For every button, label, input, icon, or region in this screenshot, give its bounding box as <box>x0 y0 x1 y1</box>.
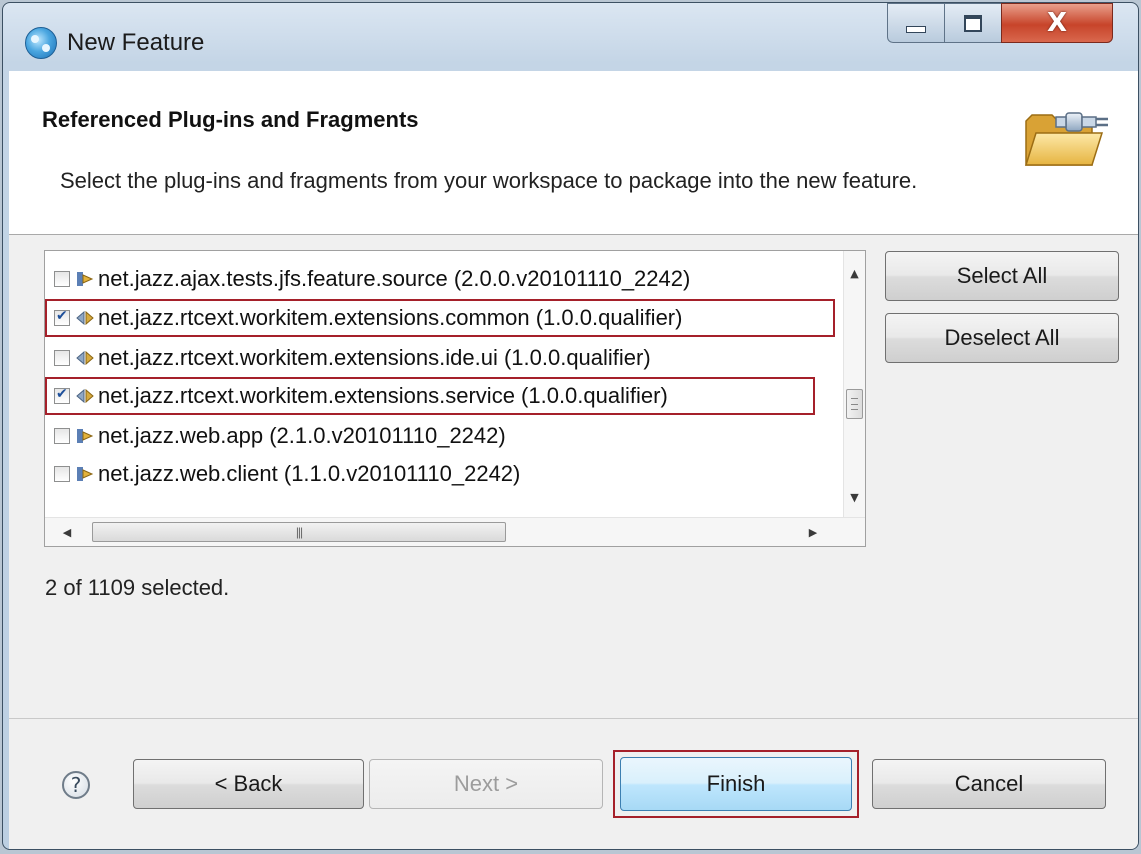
list-item-label: net.jazz.rtcext.workitem.extensions.comm… <box>98 305 683 330</box>
scroll-down-arrow-icon[interactable]: ▼ <box>844 487 865 507</box>
wizard-header: Referenced Plug-ins and Fragments Select… <box>9 71 1138 235</box>
checkbox[interactable] <box>54 350 70 366</box>
list-item[interactable]: net.jazz.web.app (2.1.0.v20101110_2242) <box>45 417 843 455</box>
horizontal-scroll-thumb[interactable]: ||| <box>92 522 506 542</box>
close-icon: X <box>1046 8 1068 38</box>
list-item[interactable]: net.jazz.rtcext.workitem.extensions.comm… <box>45 299 835 337</box>
list-item[interactable]: net.jazz.rtcext.workitem.extensions.serv… <box>45 377 815 415</box>
selection-status: 2 of 1109 selected. <box>45 575 230 600</box>
checkbox-checked[interactable] <box>54 386 70 404</box>
checkbox[interactable] <box>54 428 70 444</box>
eclipse-app-icon <box>25 27 57 59</box>
checkbox[interactable] <box>54 271 70 287</box>
vertical-scroll-thumb[interactable] <box>846 389 863 419</box>
scroll-up-arrow-icon[interactable]: ▲ <box>844 263 865 283</box>
cancel-button[interactable]: Cancel <box>872 759 1106 809</box>
back-button[interactable]: < Back <box>133 759 364 809</box>
maximize-button[interactable] <box>944 3 1002 43</box>
workspace-plugin-icon <box>75 386 95 406</box>
minimize-button[interactable] <box>887 3 945 43</box>
list-item[interactable]: net.jazz.rtcext.workitem.extensions.ide.… <box>45 339 843 377</box>
folder-plugin-icon <box>1024 112 1108 166</box>
select-all-button[interactable]: Select All <box>885 251 1119 301</box>
window-title: New Feature <box>67 29 205 56</box>
wizard-content: net.jazz.ajax.tests.jfs.feature.source (… <box>9 235 1138 718</box>
workspace-plugin-icon <box>75 348 95 368</box>
feature-plugin-icon <box>75 269 95 289</box>
checkbox[interactable] <box>54 466 70 482</box>
workspace-plugin-icon <box>75 308 95 328</box>
close-button[interactable]: X <box>1001 3 1113 43</box>
plugin-list-rows: net.jazz.ajax.tests.jfs.feature.source (… <box>45 251 843 517</box>
horizontal-scrollbar[interactable]: ◀ ||| ▶ <box>45 517 865 546</box>
feature-plugin-icon <box>75 426 95 446</box>
list-item-label: net.jazz.rtcext.workitem.extensions.serv… <box>98 383 668 408</box>
list-item-label: net.jazz.web.app (2.1.0.v20101110_2242) <box>98 423 506 448</box>
finish-button[interactable]: Finish <box>620 757 852 811</box>
scroll-right-arrow-icon[interactable]: ▶ <box>803 523 823 541</box>
wizard-button-bar: ? < Back Next > Finish Cancel <box>9 718 1138 849</box>
maximize-icon <box>964 14 982 32</box>
deselect-all-button[interactable]: Deselect All <box>885 313 1119 363</box>
feature-plugin-icon <box>75 464 95 484</box>
list-item-label: net.jazz.web.client (1.1.0.v20101110_224… <box>98 461 521 486</box>
next-button[interactable]: Next > <box>369 759 603 809</box>
plugin-list[interactable]: net.jazz.ajax.tests.jfs.feature.source (… <box>44 250 866 547</box>
list-item[interactable]: net.jazz.ajax.tests.jfs.feature.source (… <box>45 260 843 298</box>
vertical-scrollbar[interactable]: ▲ ▼ <box>843 251 865 517</box>
list-item[interactable]: net.jazz.web.client (1.1.0.v20101110_224… <box>45 455 843 493</box>
checkbox-checked[interactable] <box>54 308 70 326</box>
scroll-left-arrow-icon[interactable]: ◀ <box>57 523 77 541</box>
title-bar[interactable]: New Feature X <box>3 3 1138 73</box>
new-feature-dialog: New Feature X Referenced Plug-ins and Fr… <box>2 2 1139 850</box>
list-item-label: net.jazz.ajax.tests.jfs.feature.source (… <box>98 266 691 291</box>
list-item-label: net.jazz.rtcext.workitem.extensions.ide.… <box>98 345 651 370</box>
minimize-icon <box>906 25 926 33</box>
page-title: Referenced Plug-ins and Fragments <box>42 107 419 132</box>
help-icon[interactable]: ? <box>62 771 90 799</box>
page-description: Select the plug-ins and fragments from y… <box>60 168 918 193</box>
